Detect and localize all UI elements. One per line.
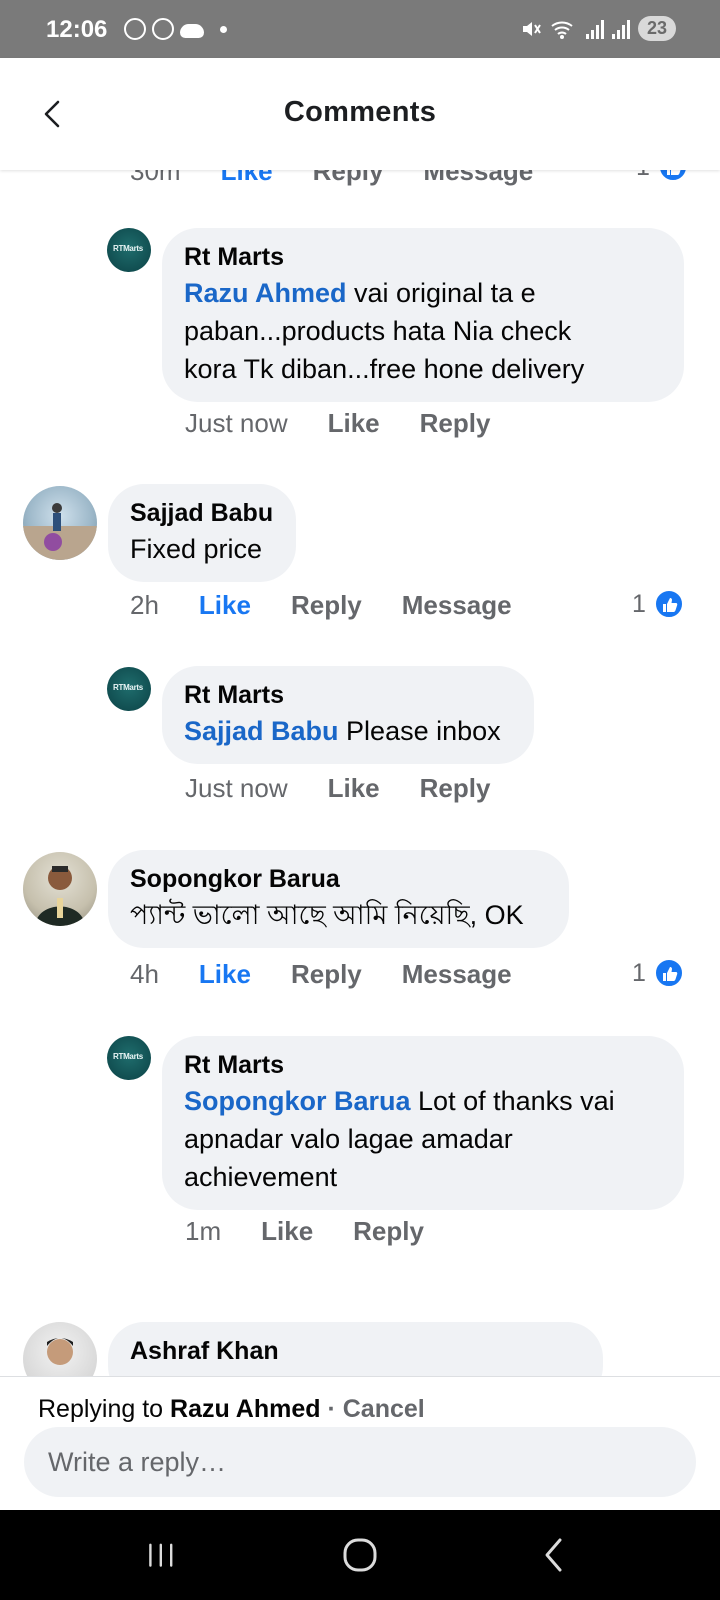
comment-bubble[interactable]: Rt Marts Razu Ahmed vai original ta e pab… bbox=[162, 228, 684, 402]
comment-actions: Just now Like Reply bbox=[185, 773, 530, 804]
status-time: 12:06 bbox=[46, 16, 108, 43]
comment-author[interactable]: Ashraf Khan bbox=[130, 1334, 581, 1368]
reaction-count[interactable]: 1 bbox=[632, 958, 684, 988]
reaction-count[interactable]: 1 bbox=[636, 170, 688, 182]
comment-actions: 2h Like Reply Message bbox=[130, 590, 552, 621]
comment-bubble[interactable]: Ashraf Khan bbox=[108, 1322, 603, 1376]
comment-time: 2h bbox=[130, 590, 159, 620]
message-button[interactable]: Message bbox=[402, 959, 512, 990]
comment-author[interactable]: Rt Marts bbox=[184, 1048, 662, 1082]
signal-icon bbox=[585, 19, 604, 39]
avatar[interactable]: RTMarts bbox=[107, 228, 151, 272]
user-photo bbox=[47, 1338, 73, 1365]
comment-text: Razu Ahmed vai original ta e paban...prod… bbox=[184, 278, 585, 384]
user-photo bbox=[23, 503, 97, 560]
message-button[interactable]: Message bbox=[423, 170, 533, 187]
reply-button[interactable]: Reply bbox=[353, 1216, 424, 1247]
reply-button[interactable]: Reply bbox=[291, 959, 362, 990]
battery-indicator: 23 bbox=[637, 16, 676, 41]
avatar[interactable] bbox=[23, 1322, 97, 1376]
like-button[interactable]: Like bbox=[199, 590, 251, 621]
status-bar: 12:06 23 bbox=[0, 0, 720, 58]
like-button[interactable]: Like bbox=[261, 1216, 313, 1247]
like-button[interactable]: Like bbox=[328, 408, 380, 439]
avatar[interactable]: RTMarts bbox=[107, 1036, 151, 1080]
mention-link[interactable]: Sajjad Babu bbox=[184, 716, 339, 746]
comment-text: Fixed price bbox=[130, 534, 263, 564]
reply-input[interactable] bbox=[24, 1427, 696, 1497]
recents-icon bbox=[149, 1543, 173, 1567]
reply-button[interactable]: Reply bbox=[313, 170, 384, 187]
message-button[interactable]: Message bbox=[402, 590, 512, 621]
comment-time: 30m bbox=[130, 170, 181, 186]
reaction-count[interactable]: 1 bbox=[632, 589, 684, 619]
comment-time: Just now bbox=[185, 408, 288, 438]
reply-composer: Replying to Razu Ahmed · Cancel bbox=[0, 1376, 720, 1510]
recents-button[interactable] bbox=[136, 1532, 186, 1578]
comment-actions: 30m Like Reply Message bbox=[130, 170, 573, 187]
like-reaction-icon bbox=[653, 589, 684, 619]
comment-time: 4h bbox=[130, 959, 159, 989]
comment-bubble[interactable]: Rt Marts Sajjad Babu Please inbox bbox=[162, 666, 534, 764]
comment-bubble[interactable]: Sajjad Babu Fixed price bbox=[108, 484, 296, 582]
comment-bubble[interactable]: Sopongkor Barua প্যান্ট ভালো আছে আমি নিয… bbox=[108, 850, 569, 948]
comment-text: Sopongkor Barua Lot of thanks vai apnadar… bbox=[184, 1086, 615, 1192]
comment-bubble[interactable]: Rt Marts Sopongkor Barua Lot of thanks v… bbox=[162, 1036, 684, 1210]
back-icon bbox=[545, 1538, 562, 1572]
user-photo bbox=[35, 866, 85, 926]
signal-icon bbox=[611, 19, 630, 39]
comment-actions: Just now Like Reply bbox=[185, 408, 530, 439]
mute-icon bbox=[522, 21, 541, 36]
comment-time: Just now bbox=[185, 773, 288, 803]
mention-link[interactable]: Sopongkor Barua bbox=[184, 1086, 411, 1116]
comments-feed[interactable]: 30m Like Reply Message 1 RTMarts Rt Mart… bbox=[0, 170, 720, 1376]
comment-author[interactable]: Rt Marts bbox=[184, 240, 662, 274]
comment-author[interactable]: Sajjad Babu bbox=[130, 496, 274, 530]
dot-icon bbox=[220, 25, 227, 33]
mention-link[interactable]: Razu Ahmed bbox=[184, 278, 347, 308]
play-icon bbox=[152, 18, 174, 40]
comment-actions: 1m Like Reply bbox=[185, 1216, 464, 1247]
replying-to-label: Replying to Razu Ahmed · Cancel bbox=[38, 1395, 425, 1423]
reply-button[interactable]: Reply bbox=[291, 590, 362, 621]
reply-button[interactable]: Reply bbox=[420, 773, 491, 804]
comment-author[interactable]: Sopongkor Barua bbox=[130, 862, 547, 896]
comment-time: 1m bbox=[185, 1216, 222, 1246]
like-button[interactable]: Like bbox=[221, 170, 273, 187]
comment-text: প্যান্ট ভালো আছে আমি নিয়েছি, OK bbox=[130, 900, 524, 930]
replying-to-name[interactable]: Razu Ahmed bbox=[170, 1395, 320, 1423]
comment-author[interactable]: Rt Marts bbox=[184, 678, 512, 712]
home-icon bbox=[343, 1538, 377, 1572]
like-reaction-icon bbox=[653, 958, 684, 988]
comment-text: Sajjad Babu Please inbox bbox=[184, 716, 501, 746]
like-reaction-icon bbox=[657, 170, 688, 182]
avatar[interactable] bbox=[23, 852, 97, 926]
like-button[interactable]: Like bbox=[199, 959, 251, 990]
avatar[interactable] bbox=[23, 486, 97, 560]
header: Comments bbox=[0, 58, 720, 170]
system-nav-bar bbox=[0, 1510, 720, 1600]
avatar[interactable]: RTMarts bbox=[107, 667, 151, 711]
reply-button[interactable]: Reply bbox=[420, 408, 491, 439]
cancel-reply-button[interactable]: Cancel bbox=[343, 1395, 425, 1423]
nav-back-button[interactable] bbox=[530, 1532, 580, 1578]
like-button[interactable]: Like bbox=[328, 773, 380, 804]
page-title: Comments bbox=[283, 96, 437, 128]
home-button[interactable] bbox=[335, 1532, 385, 1578]
cloud-icon bbox=[180, 24, 204, 38]
messenger-icon bbox=[124, 18, 146, 40]
wifi-5g-icon bbox=[551, 21, 573, 39]
comment-actions: 4h Like Reply Message bbox=[130, 959, 552, 990]
